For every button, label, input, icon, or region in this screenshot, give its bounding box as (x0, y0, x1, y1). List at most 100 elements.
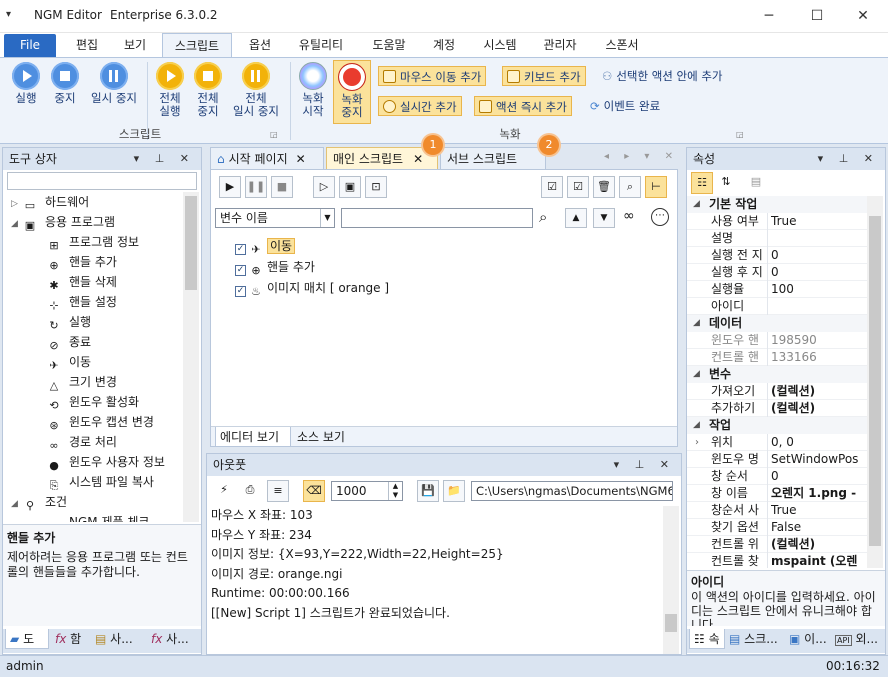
property-row[interactable]: 가져오기 (컬렉션) (687, 383, 867, 400)
stop-all-button[interactable]: 전체 중지 (188, 62, 228, 124)
script-line[interactable]: ✓ ♨ 이미지 매치 [ orange ] (235, 278, 665, 299)
property-row[interactable]: 컨트롤 찾 mspaint (오렌 (687, 553, 867, 568)
toolbox-item[interactable]: ⟲ 윈도우 활성화 (3, 392, 183, 412)
close-button[interactable]: ✕ (840, 4, 886, 28)
search-icon[interactable]: ⌕ (539, 208, 547, 226)
panel-header-icons[interactable]: ▾ ⊥ ✕ (134, 148, 195, 170)
file-menu[interactable]: File (4, 34, 56, 57)
bottom-tab-external[interactable]: API 외... (831, 629, 883, 649)
property-row[interactable]: 실행 후 지 0 (687, 264, 867, 281)
toolbox-item[interactable]: ✈ 이동 (3, 352, 183, 372)
property-value[interactable]: 0, 0 (771, 434, 863, 451)
sort-az-icon[interactable]: ⇅ (715, 172, 737, 194)
property-row[interactable]: 설명 (687, 230, 867, 247)
expand-toggle-icon[interactable]: ◢ (11, 494, 23, 514)
close-tab-icon[interactable]: ✕ (296, 152, 306, 166)
toolbox-item[interactable]: ↻ 실행 (3, 312, 183, 332)
property-category[interactable]: ◢ 작업 (687, 417, 867, 434)
tab-start-page[interactable]: ⌂ 시작 페이지 ✕ (210, 147, 324, 169)
scroll-thumb[interactable] (869, 216, 881, 546)
property-row[interactable]: 창순서 사 True (687, 502, 867, 519)
bottom-tab-user-fx[interactable]: fx 사... (147, 629, 201, 649)
loop-icon[interactable]: ∞ (623, 208, 635, 224)
toolbox-item[interactable]: ▷ ▭ 하드웨어 (3, 192, 183, 212)
toolbox-item[interactable]: ● 윈도우 사용자 정보 (3, 452, 183, 472)
script-line[interactable]: ✓ ✈ 이동 (235, 236, 665, 257)
collapse-icon[interactable]: ◢ (693, 315, 700, 332)
toolbox-item[interactable]: ⊛ 윈도우 캡션 변경 (3, 412, 183, 432)
play-step-button[interactable]: ⊡ (365, 176, 387, 198)
bottom-tab-toolbox[interactable]: ▰ 도 (5, 629, 49, 649)
bottom-tab-properties[interactable]: ☷ 속 (689, 629, 725, 649)
menu-item[interactable]: 편집 (64, 33, 110, 57)
toolbox-item[interactable]: ⊞ 프로그램 정보 (3, 232, 183, 252)
property-value[interactable]: SetWindowPos (771, 451, 863, 468)
pause-script-button[interactable]: ❚❚ (245, 176, 267, 198)
save-icon[interactable]: 💾 (417, 480, 439, 502)
menu-item[interactable]: 관리자 (534, 33, 586, 57)
play-selected-button[interactable]: ▣ (339, 176, 361, 198)
run-script-button[interactable]: ▶ (219, 176, 241, 198)
spinner-arrows-icon[interactable]: ▲ ▼ (388, 482, 402, 500)
scroll-thumb[interactable] (665, 614, 677, 632)
script-line-checkbox[interactable]: ✓ (235, 265, 246, 276)
mouse-move-add-button[interactable]: 마우스 이동 추가 (378, 66, 487, 86)
bottom-tab-user[interactable]: ▤ 사... (91, 629, 145, 649)
toolbox-item[interactable]: ▬ NGM 제품 체크 (3, 512, 183, 522)
tab-sub-script[interactable]: 서브 스크립트✕ (440, 147, 546, 188)
property-row[interactable]: › 위치 0, 0 (687, 434, 867, 451)
toolbox-scrollbar[interactable] (183, 192, 199, 522)
stop-script-button[interactable]: ■ (271, 176, 293, 198)
menu-item[interactable]: 보기 (112, 33, 158, 57)
menu-item[interactable]: 도움말 (362, 33, 416, 57)
toolbox-item[interactable]: ⊹ 핸들 설정 (3, 292, 183, 312)
property-value[interactable]: 133166 (771, 349, 863, 366)
tab-source-view[interactable]: 소스 보기 (293, 427, 357, 447)
run-all-button[interactable]: 전체 실행 (150, 62, 190, 124)
expand-toggle-icon[interactable]: ▷ (11, 194, 23, 214)
record-stop-button[interactable]: 녹화 중지 (333, 60, 371, 124)
property-value[interactable]: (컬렉션) (771, 536, 863, 553)
menu-item[interactable]: 옵션 (238, 33, 282, 57)
properties-scrollbar[interactable] (867, 196, 883, 568)
event-complete-button[interactable]: ⟳ 이벤트 완료 (586, 96, 664, 116)
property-row[interactable]: 아이디 (687, 298, 867, 315)
property-value[interactable]: 오렌지 1.png - (771, 485, 863, 502)
record-group-launcher-icon[interactable]: ◲ (736, 130, 744, 139)
property-row[interactable]: 추가하기 (컬렉션) (687, 400, 867, 417)
bottom-tab-function[interactable]: fx 함 (51, 629, 95, 649)
property-row[interactable]: 사용 여부 True (687, 213, 867, 230)
toolbox-item[interactable]: ◢ ▣ 응용 프로그램 (3, 212, 183, 232)
tree-view-button[interactable]: ⊢ (645, 176, 667, 198)
tab-main-script[interactable]: 매인 스크립트 ✕ (326, 147, 438, 169)
property-value[interactable]: 198590 (771, 332, 863, 349)
toolbox-item[interactable]: ◢ ⚲ 조건 (3, 492, 183, 512)
panel-header-icons[interactable]: ▾ ⊥ ✕ (614, 454, 675, 476)
menu-item[interactable]: 시스템 (474, 33, 526, 57)
keyboard-add-button[interactable]: 키보드 추가 (502, 66, 586, 86)
search-button[interactable]: ⌕ (619, 176, 641, 198)
move-up-button[interactable]: ▲ (565, 208, 587, 228)
count-spinner[interactable]: 1000 ▲ ▼ (331, 481, 403, 501)
collapse-icon[interactable]: ◢ (693, 196, 700, 213)
collapse-icon[interactable]: ◢ (693, 366, 700, 383)
property-value[interactable]: True (771, 213, 863, 230)
property-row[interactable]: 컨트롤 위 (컬렉션) (687, 536, 867, 553)
quick-access-icon[interactable]: ▾ (6, 9, 11, 20)
property-category[interactable]: ◢ 변수 (687, 366, 867, 383)
menu-item[interactable]: 계정 (422, 33, 466, 57)
more-icon[interactable]: ⋯ (651, 208, 669, 226)
property-value[interactable]: (컬렉션) (771, 400, 863, 417)
pause-button[interactable]: 일시 중지 (84, 62, 144, 124)
property-value[interactable]: 0 (771, 264, 863, 281)
menu-item[interactable]: 스폰서 (596, 33, 648, 57)
toolbox-item[interactable]: ⎘ 시스템 파일 복사 (3, 472, 183, 492)
property-row[interactable]: 윈도우 핸 198590 (687, 332, 867, 349)
property-value[interactable]: (컬렉션) (771, 383, 863, 400)
property-row[interactable]: 실행율 100 (687, 281, 867, 298)
property-row[interactable]: 윈도우 명 SetWindowPos (687, 451, 867, 468)
toolbox-item[interactable]: ✱ 핸들 삭제 (3, 272, 183, 292)
toolbox-item[interactable]: ∞ 경로 처리 (3, 432, 183, 452)
pause-all-button[interactable]: 전체 일시 중지 (226, 62, 286, 124)
property-value[interactable]: True (771, 502, 863, 519)
